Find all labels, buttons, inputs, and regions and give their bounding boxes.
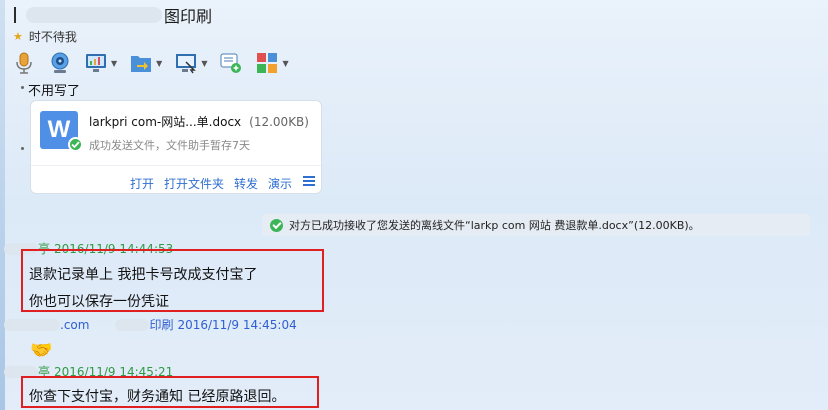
file-size: (12.00KB) xyxy=(249,115,309,129)
bullet xyxy=(21,86,24,89)
voice-button[interactable] xyxy=(12,52,36,74)
apps-button[interactable]: ▼ xyxy=(255,52,289,74)
file-name-text: larkpri com-网站...单.docx xyxy=(89,115,242,129)
file-card[interactable]: W larkpri com-网站...单.docx (12.00KB) 成功发送文… xyxy=(30,100,322,194)
message-text: 退款记录单上 我把卡号改成支付宝了 xyxy=(29,267,258,283)
check-icon xyxy=(270,218,283,232)
window-edge xyxy=(0,0,5,410)
screen-share-icon xyxy=(86,54,106,72)
open-file-link[interactable]: 打开 xyxy=(130,175,154,192)
chevron-down-icon[interactable]: ▼ xyxy=(201,59,207,68)
new-message-button[interactable] xyxy=(219,52,243,74)
chevron-down-icon[interactable]: ▼ xyxy=(282,59,288,68)
message-header: .com 印刷 2016/11/9 14:45:04 xyxy=(4,316,297,333)
file-actions: 打开 打开文件夹 转发 演示 xyxy=(31,165,321,194)
apps-icon xyxy=(257,53,278,73)
screenshot-button[interactable]: ▼ xyxy=(174,52,207,74)
send-file-button[interactable]: ▼ xyxy=(129,52,162,74)
sender-name: 印刷 xyxy=(149,318,174,332)
handshake-emoji: 🤝 xyxy=(30,340,53,361)
title-cursor xyxy=(14,7,16,23)
present-link[interactable]: 演示 xyxy=(268,175,292,192)
file-name: larkpri com-网站...单.docx (12.00KB) xyxy=(89,113,309,130)
send-file-icon xyxy=(131,56,152,72)
message-add-icon xyxy=(220,53,242,73)
message-text: 你查下支付宝，财务通知 已经原路退回。 xyxy=(29,389,286,405)
message-text: 你也可以保存一份凭证 xyxy=(29,294,169,310)
screenshot-icon xyxy=(176,54,197,74)
toolbar: ▼ ▼ ▼ ▼ xyxy=(12,50,301,76)
webcam-icon xyxy=(51,52,69,73)
microphone-icon xyxy=(16,52,32,74)
chat-title: 图印刷 xyxy=(14,5,213,26)
title-text: 图印刷 xyxy=(164,7,213,26)
open-folder-link[interactable]: 打开文件夹 xyxy=(164,175,224,192)
redacted-name xyxy=(4,318,60,331)
status-line: ★ 时不待我 xyxy=(13,28,77,44)
forward-link[interactable]: 转发 xyxy=(234,175,258,192)
video-button[interactable] xyxy=(48,52,72,74)
sender-name: .com xyxy=(60,317,90,332)
screen-share-button[interactable]: ▼ xyxy=(84,52,117,74)
star-icon: ★ xyxy=(13,29,23,43)
bullet xyxy=(21,147,24,150)
message-time: 2016/11/9 14:45:04 xyxy=(177,317,297,332)
status-text: 时不待我 xyxy=(28,29,77,44)
file-status: 成功发送文件，文件助手暂存7天 xyxy=(89,139,250,152)
system-message: 对方已成功接收了您发送的离线文件“larkp com 网站 费退款单.docx”… xyxy=(262,214,810,236)
redacted-name xyxy=(26,7,162,23)
more-menu-icon[interactable] xyxy=(303,176,315,186)
redacted-name xyxy=(115,318,150,331)
check-icon xyxy=(68,137,83,152)
chevron-down-icon[interactable]: ▼ xyxy=(156,59,162,68)
system-message-text: 对方已成功接收了您发送的离线文件“larkp com 网站 费退款单.docx”… xyxy=(289,219,700,232)
message-text: 不用写了 xyxy=(28,84,81,99)
chevron-down-icon[interactable]: ▼ xyxy=(111,59,117,68)
